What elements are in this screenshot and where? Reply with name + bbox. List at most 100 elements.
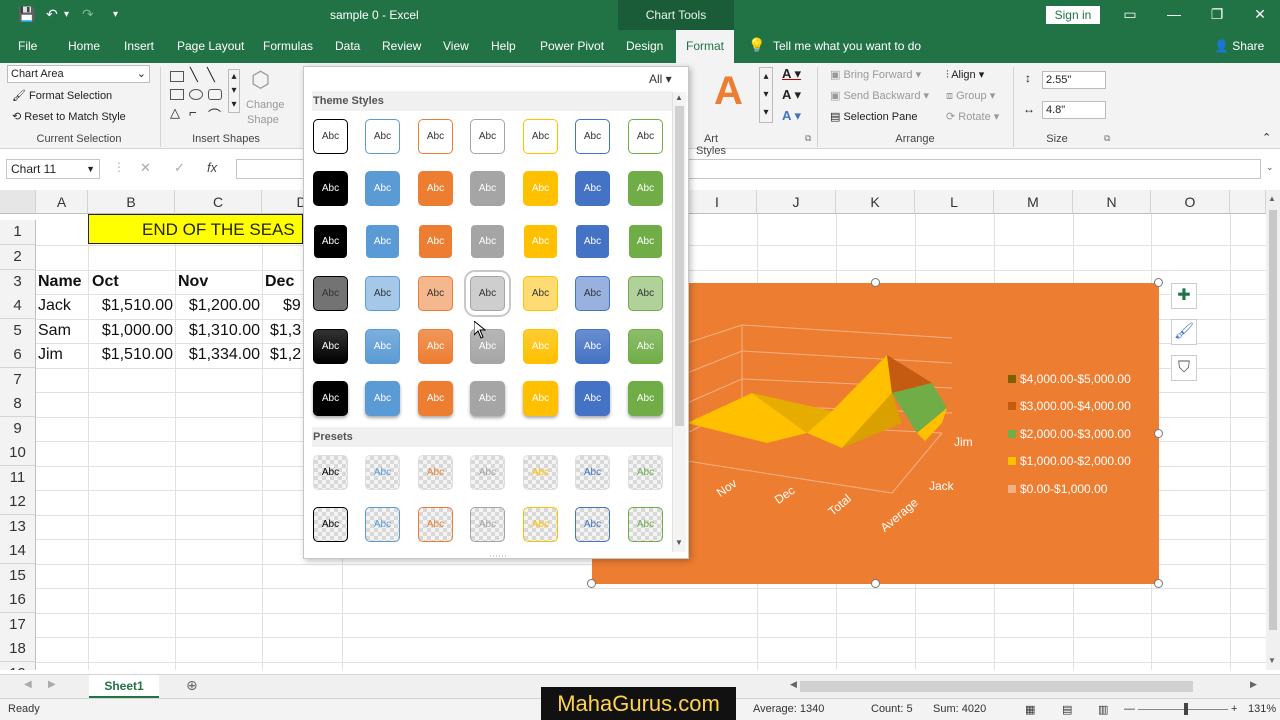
preset-swatch-r2-c4[interactable]: Abc: [470, 507, 505, 542]
cell-a3[interactable]: Name: [38, 270, 82, 294]
col-header-c[interactable]: C: [175, 190, 262, 214]
dialog-launcher-icon[interactable]: ⧉: [805, 133, 811, 144]
legend-entry[interactable]: $3,000.00-$4,000.00: [1008, 399, 1131, 413]
chart-filters-button[interactable]: ⛉: [1171, 355, 1197, 381]
col-header-k[interactable]: K: [836, 190, 915, 214]
preset-swatch-r1-c5[interactable]: Abc: [523, 455, 558, 490]
col-header-l[interactable]: L: [915, 190, 994, 214]
cell-b5[interactable]: $1,000.00: [88, 319, 173, 343]
selection-pane-button[interactable]: ▤ Selection Pane: [830, 110, 917, 123]
theme-swatch-r4-c4[interactable]: Abc: [464, 270, 511, 317]
col-header-b[interactable]: B: [88, 190, 175, 214]
row-header-3[interactable]: 3: [0, 270, 36, 295]
shape-height-input[interactable]: 2.55": [1042, 71, 1106, 89]
size-dialog-launcher-icon[interactable]: ⧉: [1104, 133, 1110, 144]
theme-swatch-r5-c5[interactable]: Abc: [523, 329, 558, 364]
oval-shape-icon[interactable]: [189, 89, 203, 100]
tell-me-search[interactable]: Tell me what you want to do: [773, 39, 921, 53]
chart-element-dropdown[interactable]: Chart Area ⌄: [7, 65, 150, 83]
minimize-icon[interactable]: —: [1162, 6, 1186, 24]
theme-swatch-r4-c1[interactable]: Abc: [313, 276, 348, 311]
col-header-n[interactable]: N: [1073, 190, 1151, 214]
gallery-scrollbar[interactable]: ▲ ▼: [672, 92, 686, 552]
theme-swatch-r6-c1[interactable]: Abc: [313, 381, 348, 416]
curve-shape-icon[interactable]: ⌒: [208, 105, 221, 124]
chart-elements-button[interactable]: ✚: [1171, 283, 1197, 309]
theme-swatch-r2-c7[interactable]: Abc: [628, 171, 663, 206]
row-header-4[interactable]: 4: [0, 294, 36, 319]
cell-d6[interactable]: $1,2: [270, 343, 301, 367]
tab-home[interactable]: Home: [68, 39, 100, 53]
theme-swatch-r5-c2[interactable]: Abc: [365, 329, 400, 364]
prev-sheet-icon[interactable]: ◀: [24, 679, 32, 690]
theme-swatch-r1-c1[interactable]: Abc: [313, 119, 348, 154]
wordart-scroll-icon[interactable]: ▴ ▾ ▾: [759, 67, 773, 123]
scroll-up-icon[interactable]: ▲: [1268, 194, 1276, 203]
preset-swatch-r2-c1[interactable]: Abc: [313, 507, 348, 542]
arrow-shape-icon[interactable]: ╲: [207, 67, 215, 83]
row-header-8[interactable]: 8: [0, 392, 36, 417]
row-header-10[interactable]: 10: [0, 441, 36, 466]
legend-entry[interactable]: $4,000.00-$5,000.00: [1008, 372, 1131, 386]
theme-swatch-r1-c7[interactable]: Abc: [628, 119, 663, 154]
format-selection-button[interactable]: 🖌 Format Selection: [12, 89, 112, 102]
sheet-tab-sheet1[interactable]: Sheet1: [89, 675, 159, 698]
normal-view-icon[interactable]: ▦: [1025, 703, 1035, 716]
preset-swatch-r2-c2[interactable]: Abc: [365, 507, 400, 542]
scroll-up-icon[interactable]: ▲: [675, 93, 683, 102]
col-header-m[interactable]: M: [994, 190, 1073, 214]
cell-c6[interactable]: $1,334.00: [175, 343, 260, 367]
theme-swatch-r5-c7[interactable]: Abc: [628, 329, 663, 364]
triangle-shape-icon[interactable]: △: [170, 105, 180, 121]
theme-swatch-r4-c3[interactable]: Abc: [418, 276, 453, 311]
theme-swatch-r6-c4[interactable]: Abc: [470, 381, 505, 416]
tab-power-pivot[interactable]: Power Pivot: [540, 39, 604, 53]
hscroll-thumb[interactable]: [800, 681, 1193, 692]
cell-d4[interactable]: $9: [283, 294, 301, 318]
col-header-j[interactable]: J: [757, 190, 836, 214]
resize-handle[interactable]: [1154, 429, 1163, 438]
theme-swatch-r6-c2[interactable]: Abc: [365, 381, 400, 416]
preset-swatch-r1-c3[interactable]: Abc: [418, 455, 453, 490]
theme-swatch-r2-c4[interactable]: Abc: [470, 171, 505, 206]
theme-swatch-r2-c1[interactable]: Abc: [313, 171, 348, 206]
col-header-o[interactable]: O: [1151, 190, 1230, 214]
tab-design[interactable]: Design: [626, 39, 663, 53]
rounded-rect-shape-icon[interactable]: [208, 89, 222, 100]
textbox-shape-icon[interactable]: [170, 71, 184, 82]
share-button[interactable]: 👤 Share: [1214, 39, 1264, 53]
theme-swatch-r4-c6[interactable]: Abc: [575, 276, 610, 311]
resize-grip-icon[interactable]: ⋯⋯: [489, 551, 507, 562]
rectangle-shape-icon[interactable]: [170, 89, 184, 100]
line-shape-icon[interactable]: ╲: [190, 67, 198, 83]
insert-function-button[interactable]: fx: [207, 160, 217, 175]
theme-swatch-r3-c6[interactable]: Abc: [575, 224, 610, 259]
theme-swatch-r5-c6[interactable]: Abc: [575, 329, 610, 364]
zoom-slider[interactable]: [1138, 709, 1228, 710]
preset-swatch-r1-c6[interactable]: Abc: [575, 455, 610, 490]
theme-swatch-r1-c2[interactable]: Abc: [365, 119, 400, 154]
tab-view[interactable]: View: [443, 39, 469, 53]
text-effects-icon[interactable]: A ▾: [782, 108, 801, 124]
scroll-down-icon[interactable]: ▼: [675, 538, 683, 547]
zoom-slider-thumb[interactable]: [1184, 703, 1188, 715]
tab-formulas[interactable]: Formulas: [263, 39, 313, 53]
tab-data[interactable]: Data: [335, 39, 360, 53]
resize-handle[interactable]: [1154, 579, 1163, 588]
tab-insert[interactable]: Insert: [124, 39, 154, 53]
text-fill-icon[interactable]: A ▾: [782, 66, 801, 82]
row-header-16[interactable]: 16: [0, 588, 36, 613]
save-icon[interactable]: 💾: [18, 6, 35, 24]
theme-swatch-r6-c5[interactable]: Abc: [523, 381, 558, 416]
theme-swatch-r4-c7[interactable]: Abc: [628, 276, 663, 311]
theme-swatch-r4-c2[interactable]: Abc: [365, 276, 400, 311]
row-header-12[interactable]: 12: [0, 490, 36, 515]
resize-handle[interactable]: [587, 579, 596, 588]
customize-qat-icon[interactable]: ▾: [113, 9, 118, 27]
preset-swatch-r2-c3[interactable]: Abc: [418, 507, 453, 542]
maximize-icon[interactable]: ❐: [1205, 6, 1229, 24]
wordart-style-icon[interactable]: A: [714, 69, 743, 114]
theme-swatch-r6-c7[interactable]: Abc: [628, 381, 663, 416]
theme-swatch-r3-c1[interactable]: Abc: [313, 224, 348, 259]
theme-swatch-r4-c5[interactable]: Abc: [523, 276, 558, 311]
